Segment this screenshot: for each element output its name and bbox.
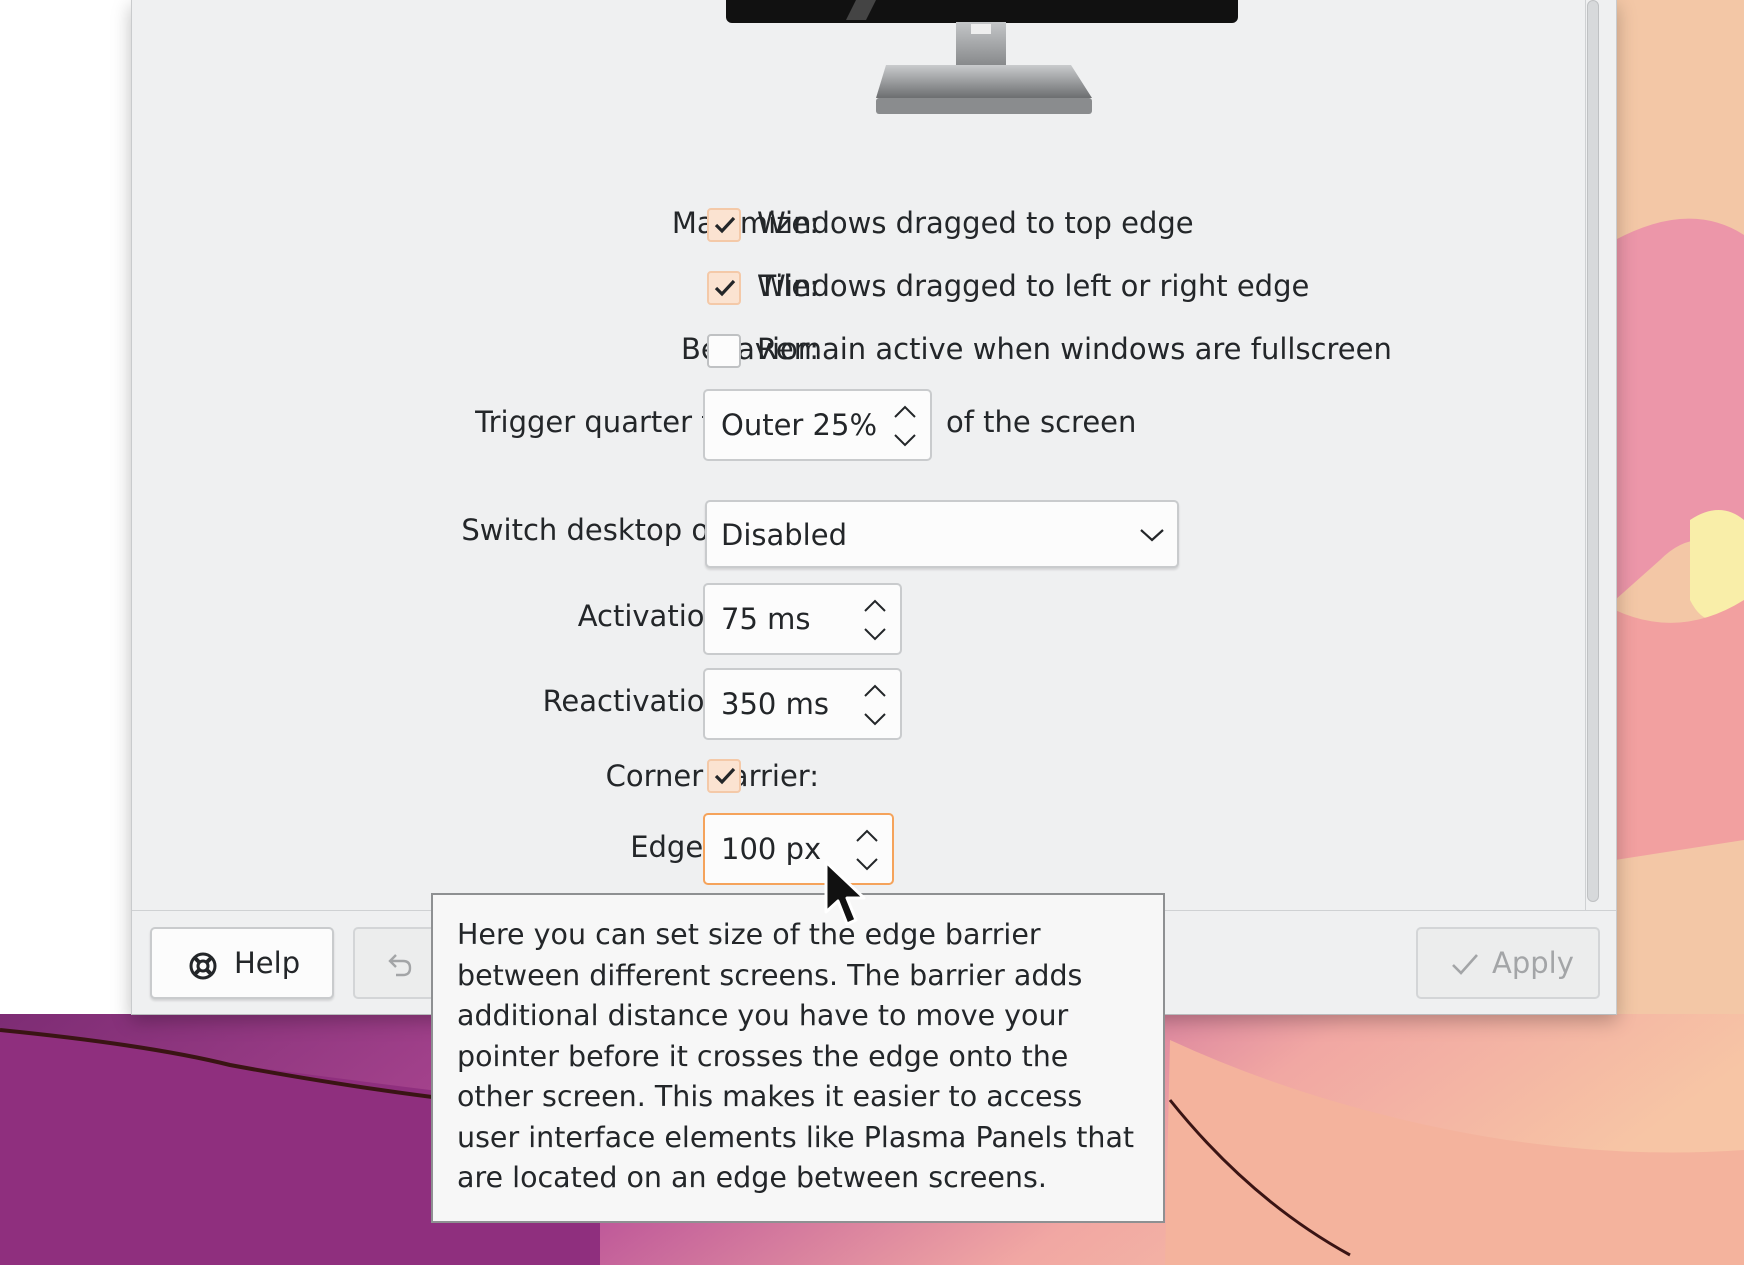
activation-delay-value: 75 ms	[721, 602, 811, 636]
quarter-tiling-suffix: of the screen	[946, 405, 1137, 439]
undo-icon	[388, 954, 412, 977]
reset-button[interactable]	[353, 927, 443, 999]
checkmark-icon	[714, 767, 736, 785]
help-button[interactable]: Help	[150, 927, 334, 999]
help-lifebuoy-icon	[189, 952, 217, 980]
mouse-pointer-icon	[824, 860, 866, 926]
tile-checkbox[interactable]	[707, 271, 741, 305]
corner-barrier-checkbox[interactable]	[707, 759, 741, 793]
spin-arrows-icon[interactable]	[860, 680, 890, 730]
tile-option-text[interactable]: Windows dragged to left or right edge	[757, 269, 1309, 303]
edge-barrier-tooltip: Here you can set size of the edge barrie…	[431, 893, 1165, 1223]
maximize-option-text[interactable]: Windows dragged to top edge	[757, 206, 1194, 240]
activation-delay-spinbox[interactable]: 75 ms	[703, 583, 902, 655]
checkmark-icon	[1452, 954, 1478, 975]
switch-desktop-dropdown[interactable]: Disabled	[705, 500, 1179, 568]
spin-arrows-icon[interactable]	[860, 595, 890, 645]
monitor-illustration	[726, 0, 1238, 114]
reactivation-delay-value: 350 ms	[721, 687, 829, 721]
quarter-tiling-value: Outer 25%	[721, 408, 878, 442]
chevron-down-icon	[1140, 529, 1164, 542]
scrollbar-thumb[interactable]	[1587, 0, 1599, 902]
maximize-checkbox[interactable]	[707, 208, 741, 242]
reactivation-delay-spinbox[interactable]: 350 ms	[703, 668, 902, 740]
edge-barrier-value: 100 px	[721, 832, 822, 866]
spin-arrows-icon[interactable]	[890, 401, 920, 451]
apply-button[interactable]: Apply	[1416, 927, 1600, 999]
dialog-window: Maximize: Windows dragged to top edge Ti…	[131, 0, 1617, 1015]
checkmark-icon	[714, 279, 736, 297]
scrollbar-track[interactable]	[1585, 0, 1586, 910]
checkmark-icon	[714, 216, 736, 234]
switch-desktop-value: Disabled	[721, 518, 847, 552]
apply-button-label: Apply	[1492, 946, 1574, 980]
quarter-tiling-spinbox[interactable]: Outer 25%	[703, 389, 932, 461]
behavior-checkbox[interactable]	[707, 334, 741, 368]
help-button-label: Help	[234, 946, 301, 980]
behavior-option-text[interactable]: Remain active when windows are fullscree…	[757, 332, 1392, 366]
